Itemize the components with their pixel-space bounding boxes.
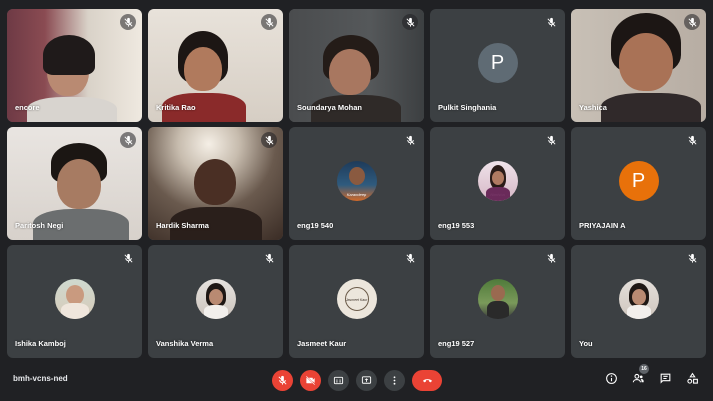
present-button[interactable] <box>356 370 377 391</box>
captions-button[interactable] <box>328 370 349 391</box>
participant-tile[interactable]: Yashica <box>571 9 706 122</box>
people-button[interactable]: 16 <box>632 364 649 385</box>
avatar-caption: Nimisha <box>490 192 505 198</box>
mic-muted-icon <box>684 250 700 266</box>
participant-name: eng19 527 <box>438 339 475 348</box>
participant-name: encore <box>15 103 40 112</box>
avatar: Nimisha <box>477 161 518 202</box>
mic-off-icon <box>278 375 287 385</box>
mic-muted-icon <box>120 250 136 266</box>
activities-icon <box>687 372 698 384</box>
camera-toggle-button[interactable] <box>300 370 321 391</box>
mic-muted-icon <box>402 14 418 30</box>
chat-icon <box>660 373 671 384</box>
end-call-icon <box>422 379 432 383</box>
avatar: P <box>477 43 518 84</box>
present-icon <box>361 376 372 384</box>
mic-muted-icon <box>261 132 277 148</box>
mic-muted-icon <box>402 250 418 266</box>
participant-name: Ishika Kamboj <box>15 339 66 348</box>
participant-tile[interactable]: eng19 527 <box>430 245 565 358</box>
call-controls <box>272 370 442 391</box>
mic-muted-icon <box>684 132 700 148</box>
info-icon <box>606 373 617 384</box>
mic-muted-icon <box>543 14 559 30</box>
avatar <box>618 279 659 320</box>
participant-name: PRIYAJAIN A <box>579 221 626 230</box>
more-options-button[interactable] <box>384 370 405 391</box>
participant-tile[interactable]: Kritika Rao <box>148 9 283 122</box>
mic-muted-icon <box>543 132 559 148</box>
activities-button[interactable] <box>686 372 699 385</box>
camera-off-icon <box>305 375 316 386</box>
participant-tile[interactable]: Soundarya Mohan <box>289 9 424 122</box>
chat-button[interactable] <box>659 372 672 385</box>
participant-tile-self[interactable]: You <box>571 245 706 358</box>
bottom-toolbar: bmh-vcns-ned 16 <box>0 360 713 401</box>
participant-name: Kritika Rao <box>156 103 196 112</box>
participant-tile[interactable]: encore <box>7 9 142 122</box>
participant-tile[interactable]: Karandeep eng19 540 <box>289 127 424 240</box>
mic-muted-icon <box>261 14 277 30</box>
avatar <box>477 279 518 320</box>
participant-name: Vanshika Verma <box>156 339 214 348</box>
avatar <box>54 279 95 320</box>
avatar: Jasmeet Kaur <box>336 279 377 320</box>
avatar: Karandeep <box>336 161 377 202</box>
captions-icon <box>333 376 344 385</box>
participant-name: eng19 553 <box>438 221 475 230</box>
participant-name: Hardik Sharma <box>156 221 209 230</box>
mic-toggle-button[interactable] <box>272 370 293 391</box>
participant-name: Jasmeet Kaur <box>297 339 347 348</box>
avatar-caption: Jasmeet Kaur <box>345 298 368 303</box>
meeting-code: bmh-vcns-ned <box>13 374 68 383</box>
participant-grid: encore Kritika Rao Soundarya Mohan P Pul… <box>7 9 706 358</box>
participant-count-badge: 16 <box>639 364 649 374</box>
info-button[interactable] <box>605 372 618 385</box>
mic-muted-icon <box>120 14 136 30</box>
avatar-caption: Karandeep <box>346 192 367 198</box>
participant-name: Pulkit Singhania <box>438 103 497 112</box>
end-call-button[interactable] <box>412 370 442 391</box>
side-panel-controls: 16 <box>605 364 699 385</box>
participant-tile[interactable]: Vanshika Verma <box>148 245 283 358</box>
mic-muted-icon <box>543 250 559 266</box>
participant-name: Paritosh Negi <box>15 221 64 230</box>
participant-tile[interactable]: P Pulkit Singhania <box>430 9 565 122</box>
avatar: P <box>618 161 659 202</box>
mic-muted-icon <box>684 14 700 30</box>
participant-tile[interactable]: Hardik Sharma <box>148 127 283 240</box>
participant-tile[interactable]: Paritosh Negi <box>7 127 142 240</box>
participant-name: Yashica <box>579 103 607 112</box>
participant-name: eng19 540 <box>297 221 334 230</box>
mic-muted-icon <box>402 132 418 148</box>
participant-name: You <box>579 339 593 348</box>
mic-muted-icon <box>120 132 136 148</box>
participant-name: Soundarya Mohan <box>297 103 363 112</box>
participant-tile[interactable]: Nimisha eng19 553 <box>430 127 565 240</box>
more-options-icon <box>393 376 396 385</box>
participant-tile[interactable]: Ishika Kamboj <box>7 245 142 358</box>
participant-tile[interactable]: P PRIYAJAIN A <box>571 127 706 240</box>
avatar <box>195 279 236 320</box>
participant-tile[interactable]: Jasmeet Kaur Jasmeet Kaur <box>289 245 424 358</box>
mic-muted-icon <box>261 250 277 266</box>
